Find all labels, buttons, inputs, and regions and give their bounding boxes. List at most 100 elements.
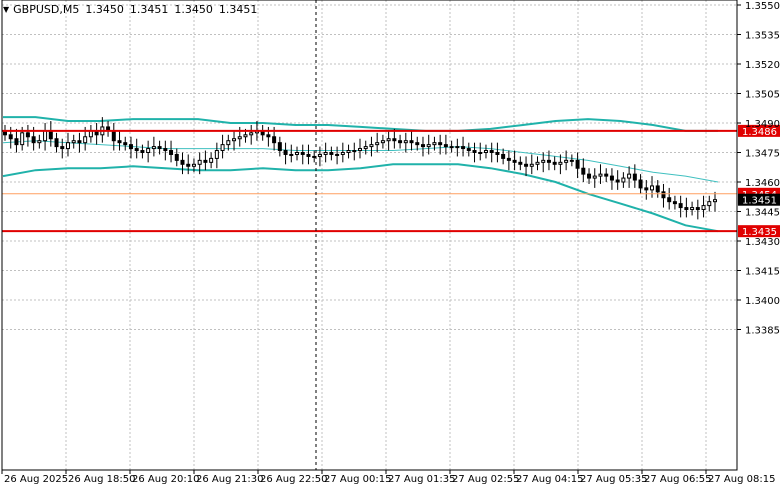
candle-body <box>358 148 362 152</box>
candle <box>283 142 288 165</box>
y-tick-label: 1.3535 <box>745 31 780 42</box>
candle-body <box>552 161 557 165</box>
candle-body <box>43 130 48 142</box>
close-value: 1.3451 <box>218 2 258 16</box>
candle <box>249 124 254 145</box>
candle-body <box>449 146 454 149</box>
candle <box>529 154 534 175</box>
x-tick-label: 27 Aug 04:15 <box>516 474 583 485</box>
candle-body <box>180 159 185 165</box>
candle <box>489 142 494 163</box>
y-tick-label: 1.3520 <box>745 60 780 71</box>
candle <box>335 146 340 165</box>
dropdown-triangle-icon[interactable]: ▼ <box>3 5 9 14</box>
candle-body <box>461 146 466 150</box>
candle-body <box>209 157 214 163</box>
candle <box>209 152 214 169</box>
candle-body <box>512 159 517 163</box>
candle-body <box>346 150 351 154</box>
candle-body <box>587 173 592 179</box>
candle-body <box>615 179 620 183</box>
candle-body <box>306 153 311 157</box>
candle-body <box>203 159 208 163</box>
candle-body <box>569 159 574 162</box>
candle-body <box>632 173 637 181</box>
candle <box>672 195 677 210</box>
candle <box>420 136 425 157</box>
low-value: 1.3450 <box>174 2 213 16</box>
candle-body <box>71 140 76 144</box>
high-value: 1.3451 <box>129 2 169 16</box>
x-tick-label: 26 Aug 22:50 <box>260 474 327 485</box>
candle-body <box>272 136 277 144</box>
candle-body <box>415 142 420 146</box>
candle-body <box>443 144 448 148</box>
candle-body <box>77 140 82 144</box>
candle <box>375 132 380 153</box>
candle <box>535 156 540 171</box>
candle <box>340 142 345 163</box>
candle-body <box>335 153 340 156</box>
candle-body <box>546 159 551 163</box>
candle-body <box>197 159 202 165</box>
candle-body <box>438 142 443 146</box>
candle-body <box>655 185 660 193</box>
candle <box>604 168 609 182</box>
candle-body <box>134 148 139 152</box>
candle-body <box>483 150 488 154</box>
candle-body <box>621 177 626 183</box>
candle-body <box>312 155 317 158</box>
candle <box>48 121 53 147</box>
candle-body <box>174 153 179 161</box>
candle <box>88 124 93 143</box>
candle <box>707 195 712 212</box>
bollinger-bands <box>2 116 719 233</box>
candle <box>94 123 99 145</box>
x-tick-label: 26 Aug 20:10 <box>132 474 199 485</box>
candle-body <box>581 167 586 175</box>
candle <box>472 142 477 163</box>
candle <box>609 168 614 190</box>
candle-body <box>707 201 712 207</box>
candle-body <box>83 136 88 144</box>
candle <box>37 134 42 149</box>
candle-body <box>237 136 242 140</box>
candle <box>134 138 139 159</box>
candle-body <box>140 150 145 154</box>
candle-body <box>678 203 683 209</box>
candle <box>598 164 603 184</box>
candle <box>443 134 448 155</box>
candle-body <box>392 138 397 142</box>
candle-body <box>398 140 403 144</box>
candle-body <box>186 163 191 167</box>
candle <box>713 191 717 212</box>
candle <box>495 142 500 163</box>
candle <box>54 132 59 153</box>
candle <box>621 172 626 188</box>
x-tick-label: 27 Aug 00:15 <box>324 474 391 485</box>
candle-body <box>323 152 328 155</box>
candle-body <box>220 144 225 152</box>
candle <box>426 134 431 155</box>
candle-body <box>644 187 649 191</box>
candle-body <box>426 144 431 148</box>
candle-body <box>403 140 408 144</box>
open-value: 1.3450 <box>85 2 124 16</box>
candle-body <box>609 175 614 181</box>
candle-body <box>455 146 460 149</box>
candle-body <box>684 207 689 211</box>
bollinger-lower-line <box>2 163 719 233</box>
price-chart[interactable]: 1.34861.34541.34351.3451 1.35501.35351.3… <box>0 0 781 489</box>
candle-body <box>409 140 414 144</box>
candle <box>627 166 632 188</box>
candle <box>352 142 357 161</box>
candle <box>369 136 374 157</box>
candle <box>151 136 156 157</box>
candle <box>569 154 574 167</box>
candle-body <box>420 144 425 148</box>
y-tick-label: 1.3460 <box>745 178 780 189</box>
candle-body <box>169 150 174 155</box>
candle <box>466 142 471 157</box>
candle-body <box>31 136 36 144</box>
candle <box>174 148 179 167</box>
